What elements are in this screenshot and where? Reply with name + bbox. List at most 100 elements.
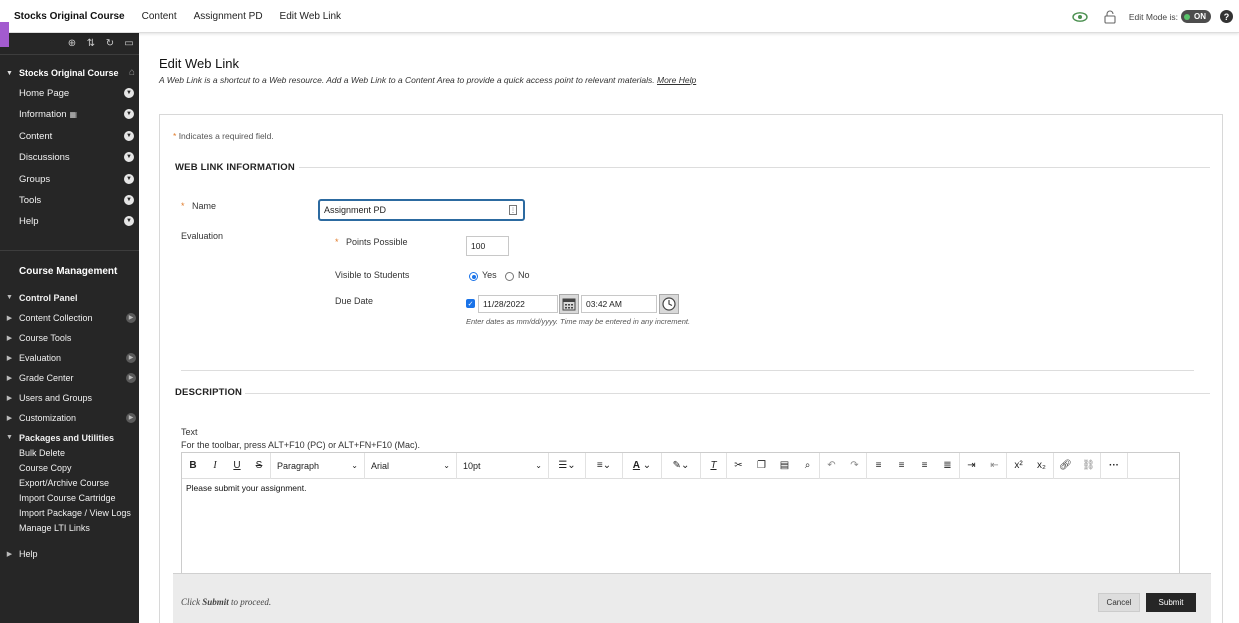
sidebar-item-content[interactable]: Content ▼: [19, 130, 137, 142]
expand-triangle-icon: ▶: [6, 374, 13, 382]
chevron-right-icon[interactable]: ▶: [126, 312, 136, 323]
chevron-right-icon[interactable]: ▶: [126, 372, 136, 383]
copy-icon[interactable]: ❐: [750, 453, 773, 479]
editor-content[interactable]: Please submit your assignment.: [186, 483, 306, 493]
refresh-icon[interactable]: ↻: [104, 38, 116, 49]
chevron-down-icon[interactable]: ▼: [124, 109, 134, 119]
folder-view-icon[interactable]: ▭: [123, 38, 135, 49]
paste-icon[interactable]: ▤: [773, 453, 796, 479]
submit-note: Click Submit to proceed.: [181, 597, 271, 607]
clear-formatting-icon[interactable]: T: [701, 453, 726, 479]
help-icon[interactable]: ?: [1220, 10, 1233, 23]
due-date-input[interactable]: 11/28/2022: [478, 295, 558, 313]
align-center-icon[interactable]: ≡: [890, 453, 913, 479]
superscript-icon[interactable]: x²: [1007, 453, 1030, 479]
undo-icon[interactable]: ↶: [820, 453, 843, 479]
sidebar-item-tools[interactable]: Tools ▼: [19, 194, 137, 206]
font-size-select[interactable]: 10pt ⌄: [457, 453, 548, 479]
numbered-list-icon[interactable]: ≡⌄: [586, 453, 622, 479]
justify-icon[interactable]: ≣: [936, 453, 959, 479]
cp-item-evaluation[interactable]: ▶ Evaluation ▶: [0, 351, 139, 364]
visible-yes-radio[interactable]: [469, 272, 478, 281]
breadcrumb-assignment[interactable]: Assignment PD: [194, 11, 263, 22]
course-name-link[interactable]: Stocks Original Course: [0, 11, 125, 22]
find-icon[interactable]: ⌕: [796, 453, 819, 479]
cp-item-label: Evaluation: [19, 352, 62, 363]
sidebar-item-home-page[interactable]: Home Page ▼: [19, 87, 137, 99]
bullet-list-icon[interactable]: ☰⌄: [549, 453, 585, 479]
chevron-down-icon[interactable]: ▼: [124, 131, 134, 141]
chevron-down-icon[interactable]: ▼: [124, 216, 134, 226]
add-menu-item-icon[interactable]: ⊕: [66, 38, 78, 49]
bold-icon[interactable]: B: [182, 453, 204, 479]
more-options-icon[interactable]: ···: [1101, 453, 1127, 479]
lock-icon[interactable]: [1101, 8, 1119, 26]
cancel-button[interactable]: Cancel: [1098, 593, 1140, 612]
cp-item-course-tools[interactable]: ▶ Course Tools: [0, 331, 139, 344]
student-preview-icon[interactable]: [1071, 8, 1089, 26]
name-label-text: Name: [192, 201, 217, 211]
sidebar-item-groups[interactable]: Groups ▼: [19, 173, 137, 185]
font-select[interactable]: Arial ⌄: [365, 453, 456, 479]
link-bulk-delete[interactable]: Bulk Delete: [19, 448, 65, 458]
chevron-down-icon[interactable]: ▼: [124, 88, 134, 98]
sidebar-item-help[interactable]: Help ▼: [19, 215, 137, 227]
cp-item-help[interactable]: ▶ Help: [0, 547, 139, 560]
visible-no-label[interactable]: No: [518, 270, 530, 280]
strikethrough-icon[interactable]: S: [248, 453, 270, 479]
clock-icon[interactable]: [659, 294, 679, 314]
control-panel-heading[interactable]: ▼ Control Panel: [0, 291, 139, 304]
chevron-down-icon[interactable]: ▼: [124, 152, 134, 162]
cp-item-grade-center[interactable]: ▶ Grade Center ▶: [0, 371, 139, 384]
link-manage-lti[interactable]: Manage LTI Links: [19, 523, 90, 533]
reorder-icon[interactable]: ⇅: [85, 38, 97, 49]
course-menu-title[interactable]: ▼ Stocks Original Course ⌂: [0, 66, 139, 80]
redo-icon[interactable]: ↷: [843, 453, 866, 479]
align-left-icon[interactable]: ≡: [867, 453, 890, 479]
breadcrumb-content[interactable]: Content: [142, 11, 177, 22]
chevron-down-icon[interactable]: ▼: [124, 174, 134, 184]
calendar-icon[interactable]: [559, 294, 579, 314]
cp-item-label: Help: [19, 548, 38, 559]
underline-icon[interactable]: U: [226, 453, 248, 479]
points-possible-input[interactable]: 100: [466, 236, 509, 256]
link-export-archive[interactable]: Export/Archive Course: [19, 478, 109, 488]
cp-item-content-collection[interactable]: ▶ Content Collection ▶: [0, 311, 139, 324]
text-color-icon[interactable]: A ⌄: [623, 453, 661, 479]
unlink-icon[interactable]: ⛓︎: [1077, 453, 1100, 479]
visible-yes-label[interactable]: Yes: [482, 270, 497, 280]
menu-collapse-tab[interactable]: [0, 22, 9, 47]
highlight-color-icon[interactable]: ✎⌄: [662, 453, 700, 479]
due-time-input[interactable]: 03:42 AM: [581, 295, 657, 313]
link-import-cartridge[interactable]: Import Course Cartridge: [19, 493, 116, 503]
home-icon[interactable]: ⌂: [129, 67, 135, 78]
keyboard-icon[interactable]: ⋮: [509, 205, 517, 215]
section-divider: [181, 370, 1194, 371]
indent-icon[interactable]: ⇥: [960, 453, 983, 479]
edit-mode-toggle[interactable]: ON: [1181, 10, 1211, 23]
more-help-link[interactable]: More Help: [657, 75, 696, 85]
chevron-right-icon[interactable]: ▶: [126, 352, 136, 363]
sidebar-item-information[interactable]: Information ▦ ▼: [19, 108, 137, 120]
name-field[interactable]: Assignment PD ⋮: [318, 199, 525, 221]
outdent-icon[interactable]: ⇤: [983, 453, 1006, 479]
cut-icon[interactable]: ✂: [727, 453, 750, 479]
submit-button[interactable]: Submit: [1146, 593, 1196, 612]
cp-item-customization[interactable]: ▶ Customization ▶: [0, 411, 139, 424]
sidebar-item-label: Home Page: [19, 87, 70, 99]
chevron-right-icon[interactable]: ▶: [126, 412, 136, 423]
sidebar-item-discussions[interactable]: Discussions ▼: [19, 151, 137, 163]
align-right-icon[interactable]: ≡: [913, 453, 936, 479]
expand-triangle-icon: ▶: [6, 550, 13, 558]
cp-item-users-and-groups[interactable]: ▶ Users and Groups: [0, 391, 139, 404]
chevron-down-icon[interactable]: ▼: [124, 195, 134, 205]
link-icon[interactable]: 🔗︎: [1054, 453, 1077, 479]
subscript-icon[interactable]: x₂: [1030, 453, 1053, 479]
italic-icon[interactable]: I: [204, 453, 226, 479]
visible-no-radio[interactable]: [505, 272, 514, 281]
format-select[interactable]: Paragraph ⌄: [271, 453, 364, 479]
due-date-checkbox[interactable]: ✓: [466, 299, 475, 308]
packages-utilities-heading[interactable]: ▼ Packages and Utilities: [0, 431, 139, 444]
link-import-package[interactable]: Import Package / View Logs: [19, 508, 131, 518]
link-course-copy[interactable]: Course Copy: [19, 463, 72, 473]
